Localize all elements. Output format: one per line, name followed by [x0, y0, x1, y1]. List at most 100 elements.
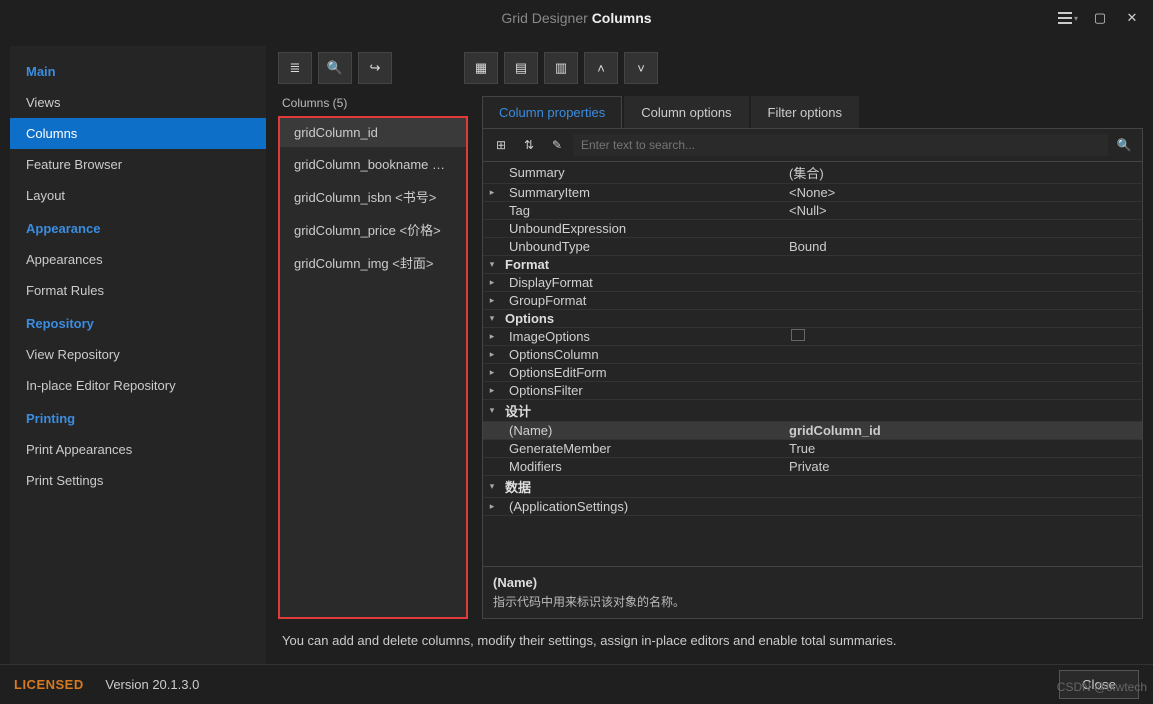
expand-icon[interactable]: ▸	[483, 331, 501, 342]
property-name: (ApplicationSettings)	[501, 498, 785, 515]
property-value[interactable]	[785, 328, 1142, 345]
sidebar-item-views[interactable]: Views	[10, 87, 266, 118]
expand-icon[interactable]: ▸	[483, 367, 501, 378]
property-row[interactable]: ▸OptionsColumn	[483, 346, 1142, 364]
property-name: GenerateMember	[501, 440, 785, 457]
property-name: Tag	[501, 202, 785, 219]
close-window-button[interactable]: ✕	[1117, 4, 1147, 32]
property-value[interactable]: Bound	[785, 238, 1142, 255]
expand-icon[interactable]: ▸	[483, 295, 501, 306]
toolbar-export-button[interactable]: ↪	[358, 52, 392, 84]
expand-icon[interactable]: ▸	[483, 349, 501, 360]
property-row[interactable]: UnboundTypeBound	[483, 238, 1142, 256]
property-row[interactable]: ▸SummaryItem<None>	[483, 184, 1142, 202]
property-value[interactable]	[785, 228, 1142, 230]
property-row[interactable]: ▸OptionsEditForm	[483, 364, 1142, 382]
property-row[interactable]: ▸OptionsFilter	[483, 382, 1142, 400]
property-value[interactable]	[785, 506, 1142, 508]
toolbar-layout2-button[interactable]: ▤	[504, 52, 538, 84]
property-value[interactable]	[785, 354, 1142, 356]
property-row[interactable]: ▸GroupFormat	[483, 292, 1142, 310]
property-value[interactable]	[785, 372, 1142, 374]
property-row[interactable]: ▸DisplayFormat	[483, 274, 1142, 292]
toolbar-down-button[interactable]: ˅	[624, 52, 658, 84]
property-value[interactable]: <Null>	[785, 202, 1142, 219]
sidebar-item-appearances[interactable]: Appearances	[10, 244, 266, 275]
property-row[interactable]: ▸ImageOptions	[483, 328, 1142, 346]
sidebar-item-print-appearances[interactable]: Print Appearances	[10, 434, 266, 465]
tab-filter-options[interactable]: Filter options	[751, 96, 859, 128]
sidebar-item-print-settings[interactable]: Print Settings	[10, 465, 266, 496]
prop-search-icon-button[interactable]: 🔍	[1112, 133, 1136, 157]
property-category[interactable]: ▾数据	[483, 476, 1142, 498]
property-category[interactable]: ▾Options	[483, 310, 1142, 328]
sidebar-item-in-place-editor-repository[interactable]: In-place Editor Repository	[10, 370, 266, 401]
titlebar-grid-button[interactable]: ▾	[1053, 4, 1083, 32]
property-grid[interactable]: Summary(集合)▸SummaryItem<None>Tag<Null>Un…	[483, 162, 1142, 566]
property-search-input[interactable]	[573, 134, 1108, 156]
sidebar-item-layout[interactable]: Layout	[10, 180, 266, 211]
categorized-icon: ⊞	[496, 138, 506, 152]
prop-btn-edit[interactable]: ✎	[545, 133, 569, 157]
maximize-button[interactable]: ▢	[1085, 4, 1115, 32]
expand-icon[interactable]: ▸	[483, 501, 501, 512]
sort-icon: ⇅	[524, 138, 534, 152]
property-row[interactable]: UnboundExpression	[483, 220, 1142, 238]
property-name: Summary	[501, 164, 785, 181]
sidebar-item-view-repository[interactable]: View Repository	[10, 339, 266, 370]
sidebar-item-columns[interactable]: Columns	[10, 118, 266, 149]
expand-icon[interactable]: ▾	[483, 405, 501, 416]
sidebar-item-feature-browser[interactable]: Feature Browser	[10, 149, 266, 180]
search-icon: 🔍	[327, 60, 343, 76]
expand-icon[interactable]: ▾	[483, 481, 501, 492]
help-title: (Name)	[493, 575, 1132, 590]
expand-icon[interactable]: ▾	[483, 259, 501, 270]
column-item[interactable]: gridColumn_price <价格>	[280, 213, 466, 246]
property-value[interactable]	[785, 390, 1142, 392]
property-row[interactable]: (Name)gridColumn_id	[483, 422, 1142, 440]
property-row[interactable]: Tag<Null>	[483, 202, 1142, 220]
column-item[interactable]: gridColumn_id	[280, 118, 466, 147]
expand-icon[interactable]: ▸	[483, 277, 501, 288]
property-category[interactable]: ▾Format	[483, 256, 1142, 274]
column-item[interactable]: gridColumn_isbn <书号>	[280, 180, 466, 213]
columns-header: Columns (5)	[278, 96, 468, 116]
prop-btn-categorized[interactable]: ⊞	[489, 133, 513, 157]
toolbar-layout1-button[interactable]: ▦	[464, 52, 498, 84]
tab-column-properties[interactable]: Column properties	[482, 96, 622, 128]
export-icon: ↪	[370, 60, 381, 76]
expand-icon[interactable]: ▸	[483, 385, 501, 396]
property-value[interactable]: gridColumn_id	[785, 422, 1142, 439]
licensed-label: LICENSED	[14, 677, 84, 692]
sidebar-item-format-rules[interactable]: Format Rules	[10, 275, 266, 306]
column-item[interactable]: gridColumn_img <封面>	[280, 246, 466, 279]
close-button[interactable]: Close	[1059, 670, 1139, 699]
property-name: UnboundExpression	[501, 220, 785, 237]
checkbox-icon[interactable]	[791, 329, 805, 341]
toolbar-list-button[interactable]: ≣	[278, 52, 312, 84]
toolbar-up-button[interactable]: ˄	[584, 52, 618, 84]
expand-icon[interactable]: ▾	[483, 313, 501, 324]
prop-btn-sort[interactable]: ⇅	[517, 133, 541, 157]
property-row[interactable]: ▸(ApplicationSettings)	[483, 498, 1142, 516]
property-value[interactable]: <None>	[785, 184, 1142, 201]
property-value[interactable]: (集合)	[785, 162, 1142, 183]
property-help: (Name) 指示代码中用来标识该对象的名称。	[483, 566, 1142, 618]
titlebar: Grid Designer Columns ▾ ▢ ✕	[0, 0, 1153, 36]
property-value[interactable]: Private	[785, 458, 1142, 475]
toolbar-search-button[interactable]: 🔍	[318, 52, 352, 84]
property-row[interactable]: Summary(集合)	[483, 162, 1142, 184]
property-category[interactable]: ▾设计	[483, 400, 1142, 422]
expand-icon[interactable]: ▸	[483, 187, 501, 198]
property-toolbar: ⊞ ⇅ ✎ 🔍	[483, 129, 1142, 162]
property-row[interactable]: GenerateMemberTrue	[483, 440, 1142, 458]
property-name: 设计	[501, 400, 785, 421]
toolbar-layout3-button[interactable]: ▥	[544, 52, 578, 84]
property-value[interactable]	[785, 300, 1142, 302]
column-item[interactable]: gridColumn_bookname <书名	[280, 147, 466, 180]
property-value[interactable]	[785, 282, 1142, 284]
title-bold: Columns	[592, 10, 652, 26]
property-value[interactable]: True	[785, 440, 1142, 457]
tab-column-options[interactable]: Column options	[624, 96, 748, 128]
property-row[interactable]: ModifiersPrivate	[483, 458, 1142, 476]
